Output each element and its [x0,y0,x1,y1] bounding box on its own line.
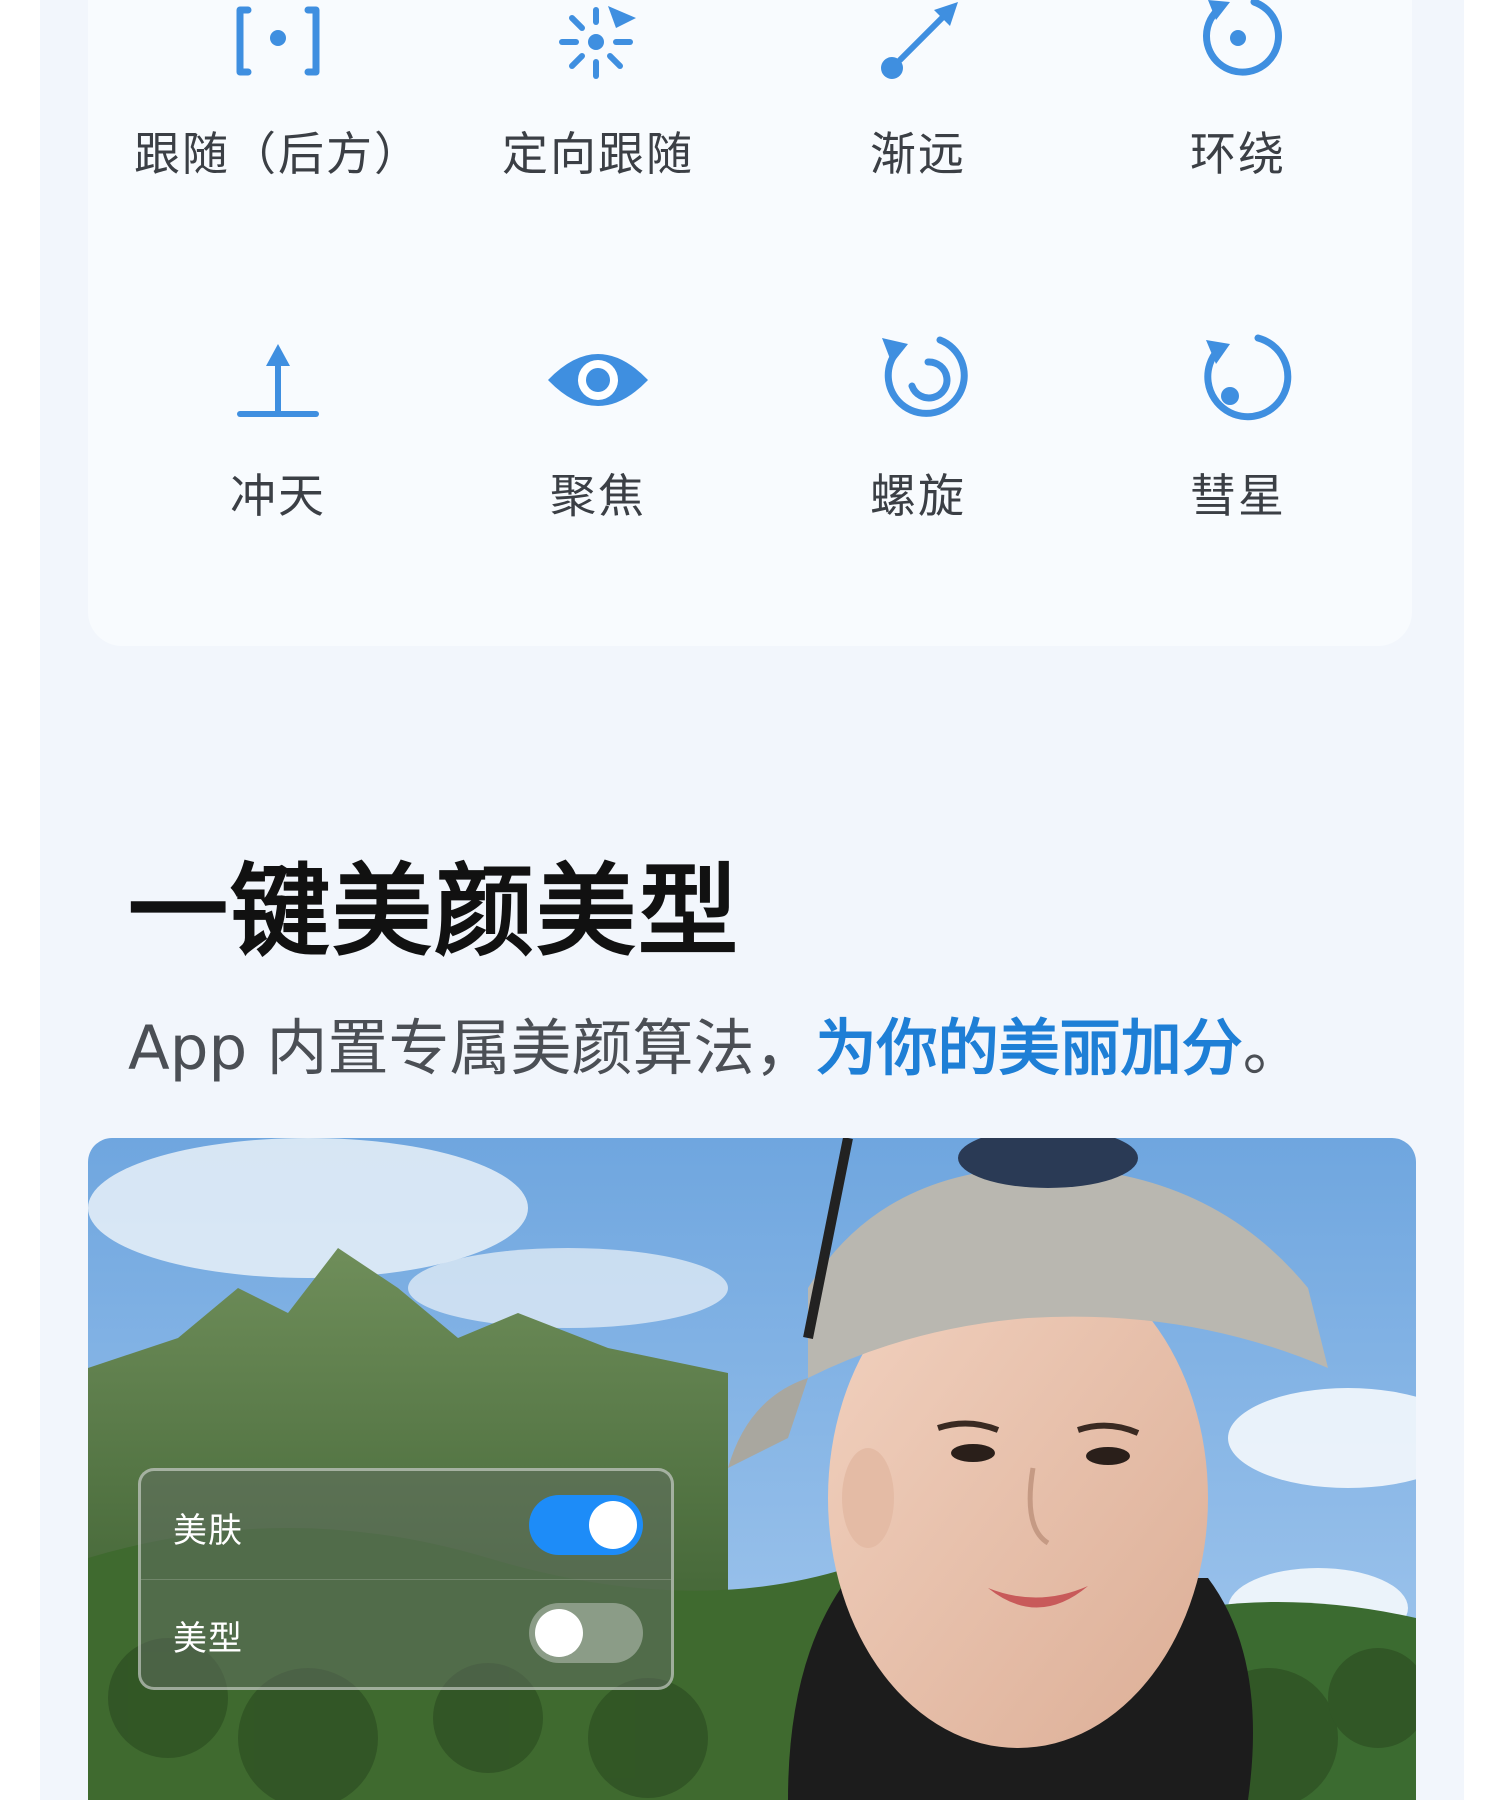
rocket-icon [237,344,319,417]
directional-follow-icon [559,6,636,79]
section-title: 一键美颜美型 [128,853,740,970]
follow-rear-icon [236,6,320,76]
mode-label: 跟随（后方） [134,127,422,181]
mode-label: 聚焦 [550,469,646,523]
orbit-icon [1203,0,1282,76]
dronie-icon [881,2,958,79]
subtitle-end: 。 [1242,1013,1304,1084]
face-shaping-toggle[interactable] [529,1603,643,1663]
toggle-knob [589,1501,637,1549]
face-shaping-label: 美型 [173,1619,243,1659]
mode-label: 环绕 [1190,127,1286,181]
mode-label: 彗星 [1190,469,1286,523]
skin-smoothing-label: 美肤 [173,1511,243,1551]
beauty-demo-photo: 美肤 美型 [88,1138,1416,1800]
mode-label: 冲天 [230,469,326,523]
flight-mode-grid: 跟随（后方） 定向跟随 渐远 环绕 冲天 聚焦 螺旋 彗星 [88,0,1412,646]
subtitle-highlight: 为你的美丽加分 [815,1013,1243,1084]
comet-icon [1204,334,1292,421]
toggle-knob [535,1609,583,1657]
mode-label: 定向跟随 [502,127,694,181]
skin-smoothing-toggle[interactable] [529,1495,643,1555]
beauty-settings-panel: 美肤 美型 [138,1468,674,1690]
face-shaping-row: 美型 [141,1579,671,1687]
mode-label: 渐远 [870,127,966,181]
section-subtitle: App 内置专属美颜算法，为你的美丽加分。 [128,998,1304,1087]
skin-smoothing-row: 美肤 [141,1471,671,1580]
page-background: 跟随（后方） 定向跟随 渐远 环绕 冲天 聚焦 螺旋 彗星 一键美颜美型 App… [40,0,1464,1800]
mode-label: 螺旋 [870,469,966,523]
helix-icon [882,336,968,417]
subtitle-plain: App 内置专属美颜算法， [128,1013,816,1084]
spotlight-eye-icon [548,354,648,406]
